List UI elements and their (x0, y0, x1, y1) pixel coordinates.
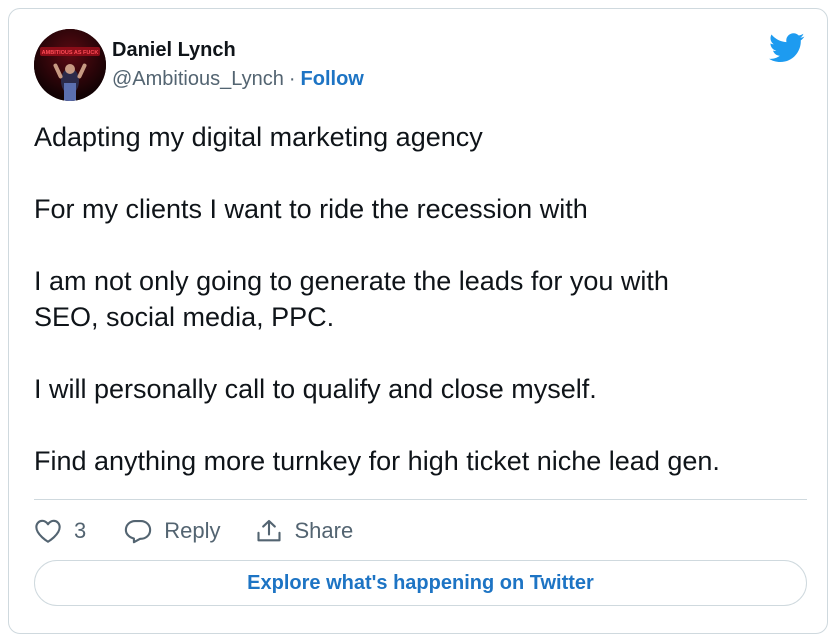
like-count: 3 (74, 518, 87, 543)
share-label: Share (294, 518, 354, 543)
twitter-bird-icon[interactable] (769, 33, 805, 63)
tweet-paragraph: For my clients I want to ride the recess… (34, 194, 588, 224)
author-name[interactable]: Daniel Lynch (112, 37, 364, 63)
tweet-text: Adapting my digital marketing agency For… (34, 119, 814, 479)
tweet-paragraph: I will personally call to qualify and cl… (34, 374, 597, 404)
author-block: Daniel Lynch @Ambitious_Lynch · Follow (112, 37, 364, 92)
avatar[interactable]: AMBITIOUS AS FUCK (34, 29, 106, 101)
tweet-card: AMBITIOUS AS FUCK Daniel Lynch @Ambitiou… (8, 8, 828, 634)
avatar-image: AMBITIOUS AS FUCK (34, 29, 106, 101)
avatar-neon-text: AMBITIOUS AS FUCK (42, 50, 99, 56)
meta-separator: · (288, 68, 296, 90)
heart-icon (35, 519, 61, 543)
follow-button[interactable]: Follow (301, 68, 364, 90)
tweet-paragraph: Find anything more turnkey for high tick… (34, 446, 720, 476)
author-handle[interactable]: @Ambitious_Lynch (112, 68, 284, 90)
reply-bubble-icon (125, 520, 152, 544)
share-button[interactable]: Share (255, 518, 354, 544)
reply-label: Reply (164, 518, 221, 543)
tweet-paragraph: Adapting my digital marketing agency (34, 122, 483, 152)
explore-button[interactable]: Explore what's happening on Twitter (34, 560, 807, 606)
reply-button[interactable]: Reply (124, 518, 221, 544)
share-icon (256, 519, 281, 542)
author-meta: @Ambitious_Lynch · Follow (112, 66, 364, 92)
tweet-actions: 3 Reply Share (34, 514, 353, 548)
tweet-paragraph: I am not only going to generate the lead… (34, 266, 669, 332)
divider (34, 499, 807, 500)
like-button[interactable]: 3 (34, 518, 86, 544)
